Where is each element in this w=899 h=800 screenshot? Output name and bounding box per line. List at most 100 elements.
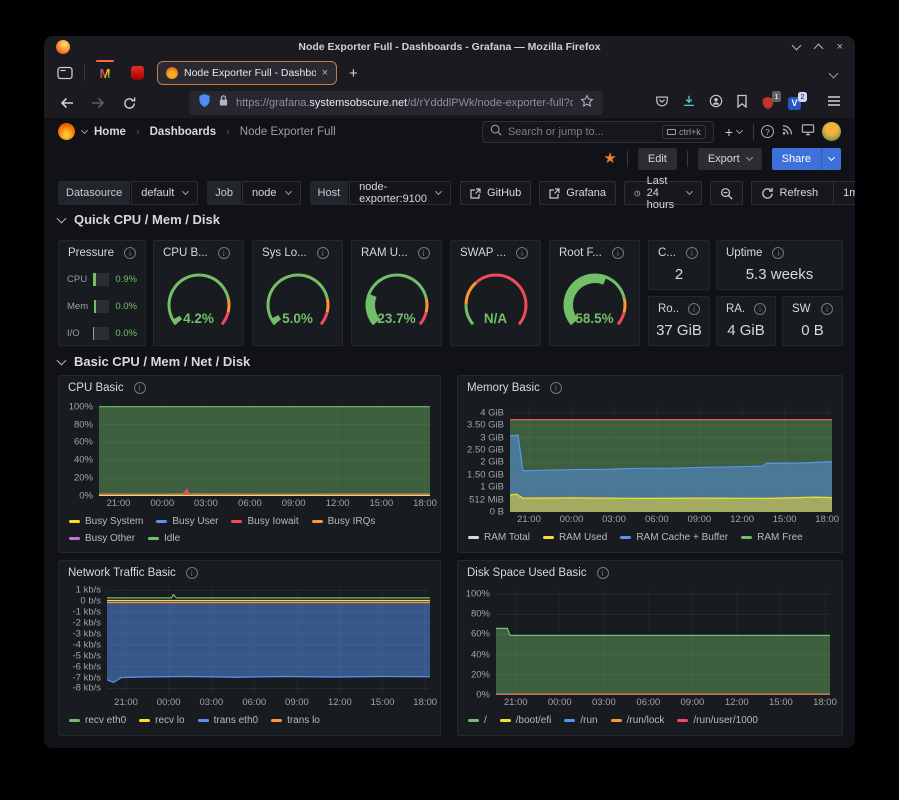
back-button[interactable] <box>56 92 78 114</box>
ublock-extension-icon[interactable]: 1 <box>761 96 775 110</box>
breadcrumb-home[interactable]: Home <box>94 126 126 138</box>
legend-item[interactable]: /run <box>564 714 597 727</box>
info-icon[interactable] <box>418 247 430 259</box>
new-tab-button[interactable]: + <box>349 65 358 82</box>
refresh-interval-select[interactable]: 1m <box>833 182 855 204</box>
info-icon[interactable] <box>124 247 136 259</box>
pinned-tab-red-app[interactable] <box>125 60 149 86</box>
info-icon[interactable] <box>550 382 562 394</box>
pressure-value: 0.0% <box>115 328 137 339</box>
lock-icon[interactable] <box>218 94 229 112</box>
info-icon[interactable] <box>597 567 609 579</box>
menu-hamburger-icon[interactable] <box>827 94 841 112</box>
grafana-link-button[interactable]: Grafana <box>539 181 616 205</box>
forward-button[interactable] <box>87 92 109 114</box>
legend-item[interactable]: recv eth0 <box>69 714 126 727</box>
bookmark-star-icon[interactable] <box>580 94 594 113</box>
favorite-star-icon[interactable]: ★ <box>603 151 616 166</box>
x-tick-label: 21:00 <box>114 697 138 708</box>
monitor-icon[interactable] <box>801 123 815 141</box>
org-switcher-chevron-icon[interactable] <box>81 126 88 133</box>
account-icon[interactable] <box>709 94 723 113</box>
legend-item[interactable]: RAM Total <box>468 531 530 544</box>
host-variable: Host node-exporter:9100 <box>310 181 452 205</box>
y-axis-labels: 1 kb/s0 b/s-1 kb/s-2 kb/s-3 kb/s-4 kb/s-… <box>63 587 103 695</box>
legend-item[interactable]: trans lo <box>271 714 320 727</box>
zoom-out-button[interactable] <box>710 181 743 205</box>
shield-icon[interactable] <box>198 93 211 113</box>
bookmark-flag-icon[interactable] <box>736 94 748 113</box>
reload-button[interactable] <box>118 92 140 114</box>
memory-basic-chart[interactable] <box>510 404 832 512</box>
info-icon[interactable] <box>688 303 700 315</box>
pocket-icon[interactable] <box>655 94 669 113</box>
vimium-extension-icon[interactable]: V 2 <box>788 97 801 110</box>
window-close-button[interactable]: × <box>837 41 843 53</box>
legend-item[interactable]: RAM Free <box>741 531 803 544</box>
user-avatar[interactable] <box>822 122 841 141</box>
section-basic-cpu[interactable]: Basic CPU / Mem / Net / Disk <box>58 354 250 369</box>
x-tick-label: 06:00 <box>238 498 262 509</box>
window-maximize-button[interactable] <box>813 44 823 54</box>
cpu-basic-chart[interactable] <box>99 404 430 496</box>
y-tick-label: 60% <box>471 629 490 640</box>
info-icon[interactable] <box>821 303 833 315</box>
legend-item[interactable]: /boot/efi <box>500 714 552 727</box>
section-quick-cpu[interactable]: Quick CPU / Mem / Disk <box>58 212 220 227</box>
info-icon[interactable] <box>754 303 766 315</box>
legend-item[interactable]: Busy System <box>69 515 143 528</box>
info-icon[interactable] <box>772 247 784 259</box>
active-tab[interactable]: Node Exporter Full - Dashbo × <box>157 61 337 85</box>
tab-close-icon[interactable]: × <box>322 67 328 79</box>
x-tick-label: 12:00 <box>730 514 754 525</box>
info-icon[interactable] <box>134 382 146 394</box>
search-input[interactable]: Search or jump to... ctrl+k <box>482 121 714 143</box>
info-icon[interactable] <box>317 247 329 259</box>
legend-item[interactable]: trans eth0 <box>198 714 258 727</box>
share-button[interactable]: Share <box>772 148 821 170</box>
info-icon[interactable] <box>686 247 698 259</box>
y-tick-label: -8 kb/s <box>72 683 101 694</box>
host-select[interactable]: node-exporter:9100 <box>349 181 451 205</box>
legend-item[interactable]: Busy IRQs <box>312 515 376 528</box>
news-rss-icon[interactable] <box>781 123 794 141</box>
legend-item[interactable]: / <box>468 714 487 727</box>
export-button[interactable]: Export <box>698 148 762 170</box>
pressure-row: Mem 0.0% <box>59 293 145 319</box>
legend-item[interactable]: Busy User <box>156 515 218 528</box>
time-range-picker[interactable]: Last 24 hours <box>624 181 702 205</box>
legend-item[interactable]: /run/lock <box>611 714 665 727</box>
datasource-select[interactable]: default <box>131 181 198 205</box>
legend-item[interactable]: Busy Iowait <box>231 515 298 528</box>
help-icon[interactable] <box>761 125 774 138</box>
legend-item[interactable]: RAM Used <box>543 531 607 544</box>
downloads-icon[interactable] <box>682 94 696 113</box>
legend-item[interactable]: RAM Cache + Buffer <box>620 531 728 544</box>
share-menu-button[interactable] <box>821 148 841 170</box>
legend-item[interactable]: recv lo <box>139 714 184 727</box>
new-menu-button[interactable]: + <box>721 124 746 140</box>
info-icon[interactable] <box>186 567 198 579</box>
disk-basic-chart[interactable] <box>496 589 830 695</box>
grafana-logo-icon[interactable] <box>58 123 75 140</box>
breadcrumb-dashboards[interactable]: Dashboards <box>150 126 216 138</box>
y-tick-label: 20% <box>74 473 93 484</box>
list-all-tabs-icon[interactable] <box>829 69 839 79</box>
legend-item[interactable]: /run/user/1000 <box>677 714 758 727</box>
url-bar[interactable]: https://grafana.systemsobscure.net/d/rYd… <box>189 91 603 115</box>
info-icon[interactable] <box>218 247 230 259</box>
window-minimize-button[interactable] <box>791 41 801 51</box>
pinned-tab-gmail[interactable]: M <box>93 60 117 86</box>
job-select[interactable]: node <box>242 181 300 205</box>
url-text[interactable]: https://grafana.systemsobscure.net/d/rYd… <box>236 97 573 109</box>
github-link-button[interactable]: GitHub <box>460 181 531 205</box>
info-icon[interactable] <box>612 247 624 259</box>
network-basic-chart[interactable] <box>107 587 430 695</box>
edit-button[interactable]: Edit <box>638 148 677 170</box>
legend-item[interactable]: Idle <box>148 532 180 545</box>
refresh-button[interactable]: Refresh <box>752 182 828 204</box>
info-icon[interactable] <box>516 247 528 259</box>
legend-swatch <box>543 536 554 539</box>
legend-item[interactable]: Busy Other <box>69 532 135 545</box>
firefox-view-icon[interactable] <box>54 62 76 84</box>
